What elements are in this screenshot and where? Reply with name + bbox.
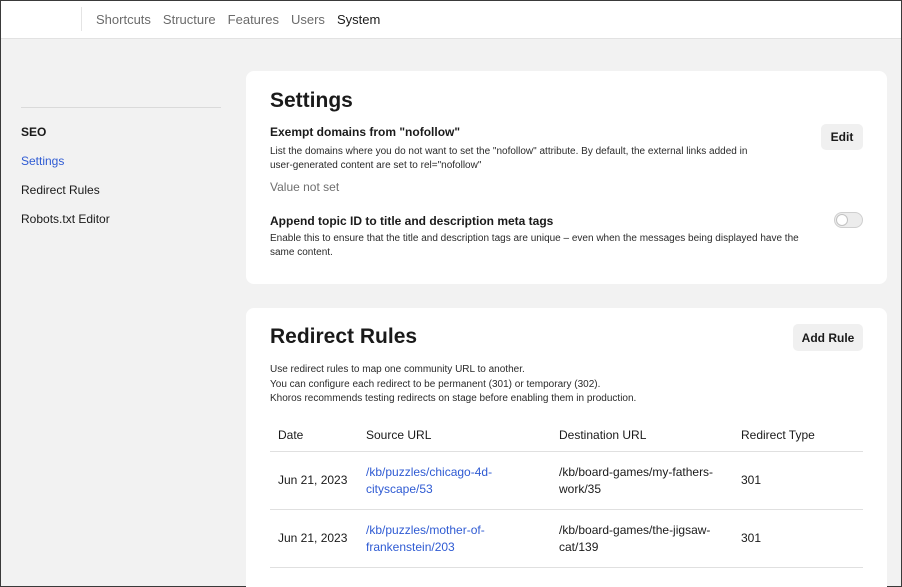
table-row: Jun 21, 2023 /kb/puzzles/chicago-4d- cit… [270,452,863,510]
intro-line: Khoros recommends testing redirects on s… [270,393,637,404]
topic-id-toggle[interactable] [834,212,863,228]
row-destination: /kb/board-games/my-fathers- work/35 [559,464,741,498]
intro-line: Use redirect rules to map one community … [270,364,525,375]
nofollow-description: List the domains where you do not want t… [270,146,748,171]
row-date: Jun 21, 2023 [278,531,348,545]
row-date: Jun 21, 2023 [278,473,348,487]
top-nav-bar: Shortcuts Structure Features Users Syste… [1,1,901,39]
source-line: /kb/puzzles/chicago-4d- [366,464,493,479]
sidebar-item-robots-editor[interactable]: Robots.txt Editor [21,212,221,226]
intro-line: You can configure each redirect to be pe… [270,378,601,390]
sidebar: SEO Settings Redirect Rules Robots.txt E… [21,107,221,226]
nav-users[interactable]: Users [291,12,325,27]
redirect-intro: Use redirect rules to map one community … [270,363,636,407]
redirect-rules-title: Redirect Rules [270,325,418,348]
redirect-rules-card: Redirect Rules Add Rule Use redirect rul… [246,308,887,587]
topic-id-title: Append topic ID to title and description… [270,214,554,228]
nav-features[interactable]: Features [228,12,279,27]
nav-structure[interactable]: Structure [163,12,216,27]
nav-system[interactable]: System [337,12,380,27]
table-row: Jun 21, 2023 /kb/puzzles/mother-of- fran… [270,510,863,568]
row-destination: /kb/board-games/the-jigsaw- cat/139 [559,522,741,556]
source-line: cityscape/53 [366,481,433,496]
source-line: /kb/puzzles/mother-of- [366,522,485,537]
row-source-link[interactable]: /kb/puzzles/mother-of- frankenstein/203 [366,522,559,556]
nav-shortcuts[interactable]: Shortcuts [96,12,151,27]
nav-divider [81,7,82,31]
table-header: Date Source URL Destination URL Redirect… [270,418,863,452]
source-line: frankenstein/203 [366,539,455,554]
destination-line: /kb/board-games/my-fathers- [559,464,714,479]
nofollow-title: Exempt domains from "nofollow" [270,125,461,139]
sidebar-item-redirect-rules[interactable]: Redirect Rules [21,183,221,197]
edit-button[interactable]: Edit [821,124,863,150]
settings-title: Settings [270,89,353,112]
settings-card: Settings Exempt domains from "nofollow" … [246,71,887,284]
sidebar-section-seo: SEO [21,125,47,139]
topic-id-description: Enable this to ensure that the title and… [270,233,799,258]
nofollow-value: Value not set [270,180,340,194]
row-source-link[interactable]: /kb/puzzles/chicago-4d- cityscape/53 [366,464,559,498]
header-source-url: Source URL [366,427,432,442]
row-redirect-type: 301 [741,531,762,545]
header-destination-url: Destination URL [559,427,647,442]
destination-line: /kb/board-games/the-jigsaw- [559,522,711,537]
top-nav: Shortcuts Structure Features Users Syste… [96,1,380,37]
add-rule-button[interactable]: Add Rule [793,324,863,351]
toggle-knob [836,214,848,226]
redirects-table: Date Source URL Destination URL Redirect… [270,418,863,568]
destination-line: cat/139 [559,539,599,554]
header-date: Date [278,427,304,442]
sidebar-item-settings[interactable]: Settings [21,154,221,168]
header-redirect-type: Redirect Type [741,427,815,442]
row-redirect-type: 301 [741,473,762,487]
destination-line: work/35 [559,481,602,496]
